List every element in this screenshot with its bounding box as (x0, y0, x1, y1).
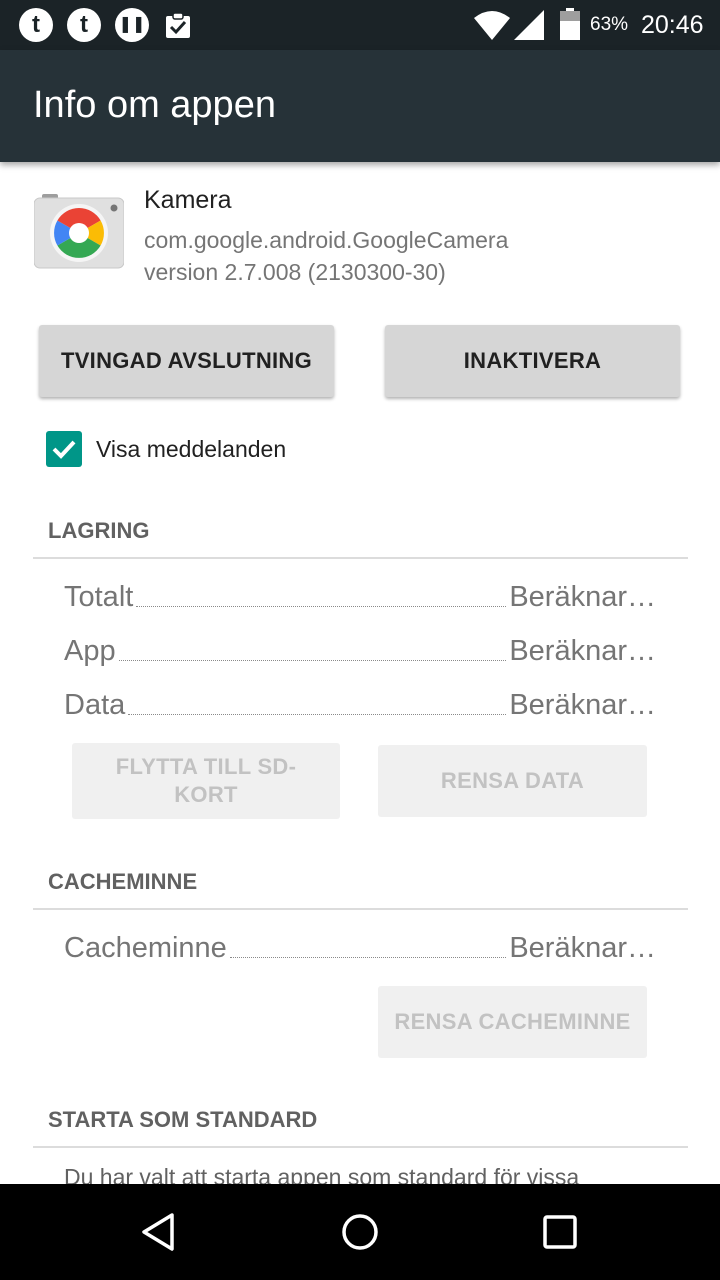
app-package: com.google.android.GoogleCamera (144, 227, 509, 253)
storage-row-total: Totalt Beräknar… (64, 578, 656, 614)
row-value: Beräknar… (509, 635, 656, 667)
disable-button[interactable]: INAKTIVERA (385, 325, 680, 397)
dotted-leader (128, 714, 507, 715)
app-bar: Info om appen (0, 50, 720, 162)
show-notifications-checkbox[interactable] (46, 431, 82, 467)
navigation-bar (0, 1184, 720, 1280)
row-value: Beräknar… (509, 689, 656, 721)
pause-icon: ❚❚ (115, 8, 149, 42)
status-bar: t t ❚❚ 63% 20:46 (0, 0, 720, 50)
app-version: version 2.7.008 (2130300-30) (144, 259, 446, 285)
show-notifications-label: Visa meddelanden (96, 436, 287, 462)
tumblr-icon: t (67, 8, 101, 42)
divider (33, 1146, 688, 1148)
row-value: Beräknar… (509, 932, 656, 964)
force-stop-button[interactable]: TVINGAD AVSLUTNING (39, 325, 334, 397)
recents-icon[interactable] (542, 1214, 578, 1250)
cache-row: Cacheminne Beräknar… (64, 929, 656, 965)
clear-data-button[interactable]: RENSA DATA (378, 745, 647, 817)
clear-cache-button[interactable]: RENSA CACHEMINNE (378, 986, 647, 1058)
dotted-leader (229, 957, 507, 958)
tumblr-icon: t (19, 8, 53, 42)
camera-app-icon (33, 192, 125, 270)
row-label: Totalt (64, 581, 134, 613)
divider (33, 557, 688, 559)
dotted-leader (136, 606, 507, 607)
signal-icon (514, 10, 544, 45)
divider (33, 908, 688, 910)
launch-default-section-title: STARTA SOM STANDARD (48, 1107, 318, 1132)
home-icon[interactable] (340, 1212, 380, 1252)
move-to-sd-button[interactable]: FLYTTA TILL SD-KORT (72, 743, 340, 819)
back-icon[interactable] (138, 1210, 182, 1254)
page-title: Info om appen (33, 84, 276, 126)
row-label: Cacheminne (64, 932, 227, 964)
battery-icon (560, 8, 580, 45)
row-label: App (64, 635, 116, 667)
checkmark-icon (52, 440, 76, 459)
storage-section-title: LAGRING (48, 518, 150, 543)
cache-section-title: CACHEMINNE (48, 869, 198, 894)
app-name: Kamera (144, 186, 232, 214)
clipboard-check-icon (163, 10, 193, 40)
storage-row-data: Data Beräknar… (64, 686, 656, 722)
battery-percent: 63% (590, 14, 629, 35)
row-label: Data (64, 689, 126, 721)
storage-row-app: App Beräknar… (64, 632, 656, 668)
wifi-icon (474, 10, 510, 45)
row-value: Beräknar… (509, 581, 656, 613)
dotted-leader (118, 660, 507, 661)
clock: 20:46 (641, 10, 704, 39)
